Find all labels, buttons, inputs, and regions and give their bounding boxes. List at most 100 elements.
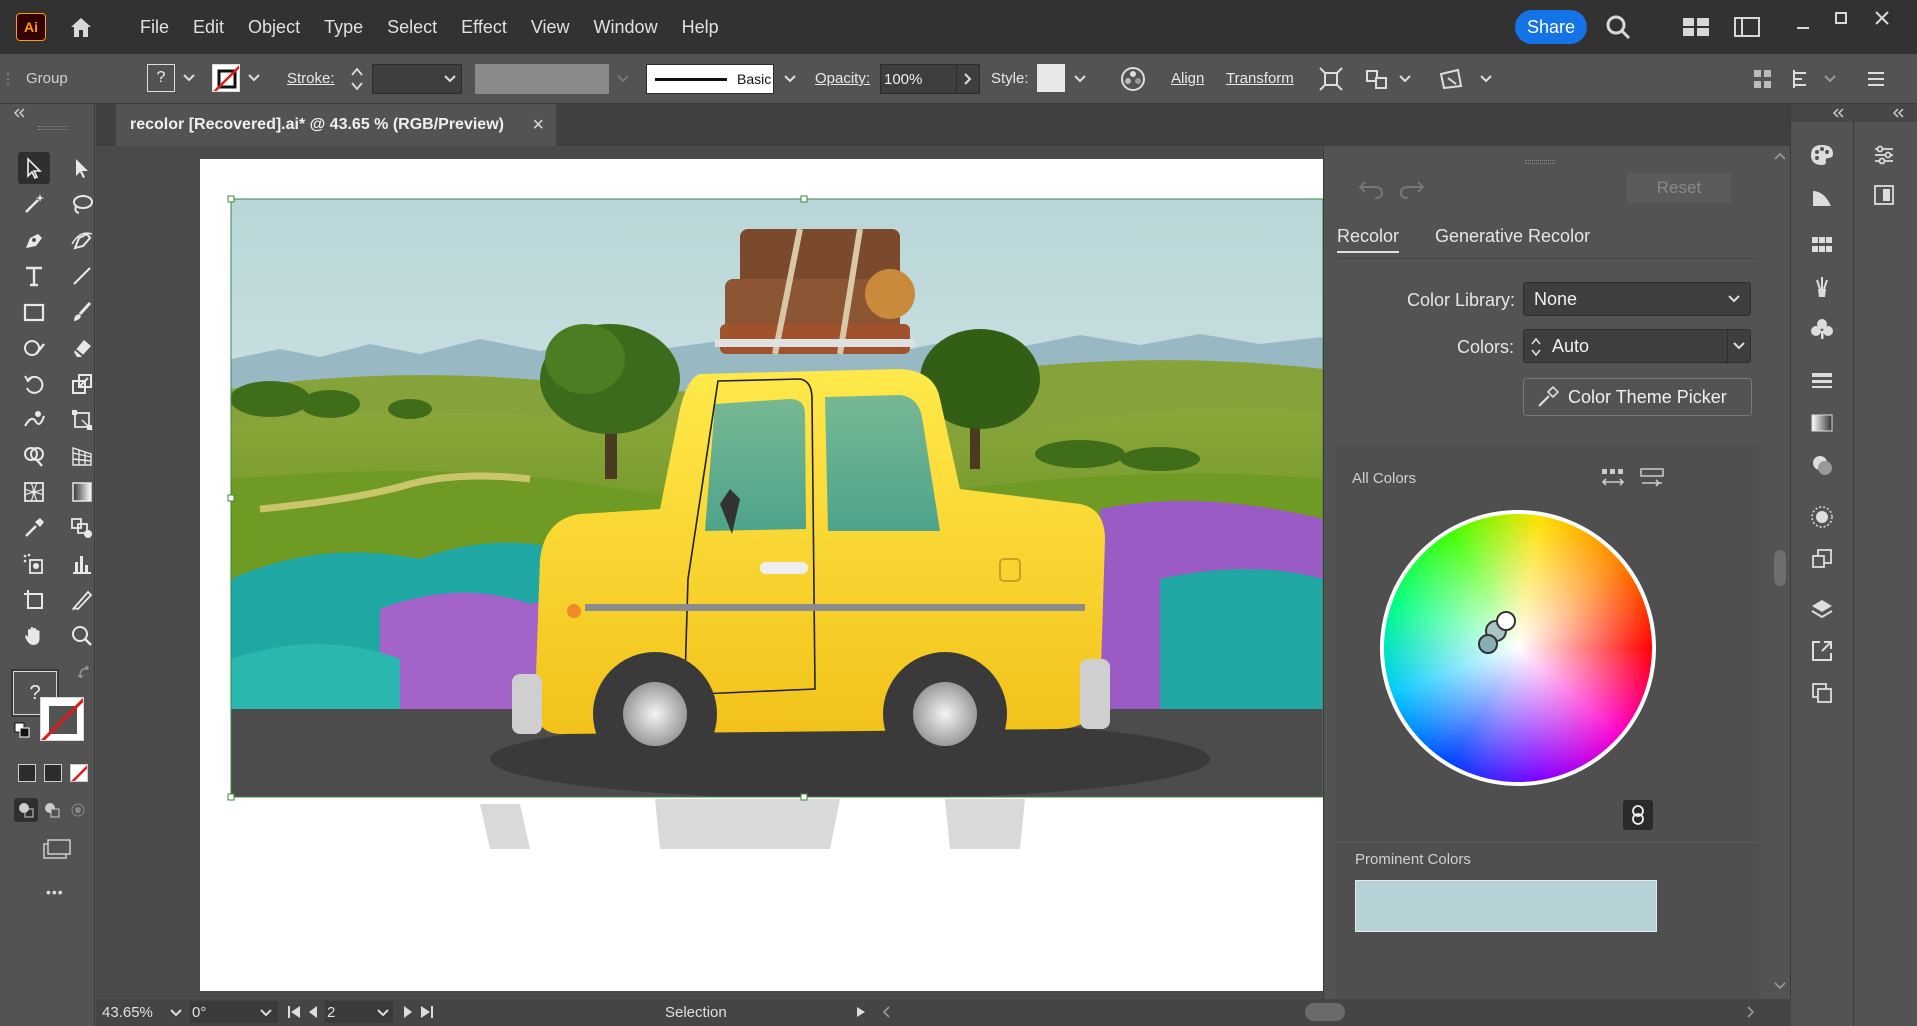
swap-fill-stroke-icon[interactable] xyxy=(78,666,92,680)
gradient-tool[interactable] xyxy=(66,476,98,508)
color-mode-button[interactable] xyxy=(18,764,36,782)
share-button[interactable]: Share xyxy=(1515,10,1587,44)
fill-swatch[interactable]: ? xyxy=(147,64,175,92)
panel-toggle-icon[interactable] xyxy=(1734,16,1760,38)
curvature-tool[interactable] xyxy=(66,224,98,256)
variable-width-profile[interactable] xyxy=(475,64,609,94)
vertical-scrollbar[interactable] xyxy=(1770,146,1790,999)
recolor-panel-icon[interactable] xyxy=(1807,140,1837,170)
line-segment-tool[interactable] xyxy=(66,260,98,292)
opacity-input[interactable]: 100% xyxy=(880,64,962,94)
color-theme-picker-button[interactable]: Color Theme Picker xyxy=(1523,378,1752,416)
distribute-colors-icon[interactable] xyxy=(1600,466,1626,490)
screen-mode-icon[interactable] xyxy=(42,838,72,860)
envelope-distort-icon[interactable] xyxy=(1438,66,1464,92)
first-artboard-icon[interactable] xyxy=(287,1005,301,1019)
zoom-dropdown-icon[interactable] xyxy=(170,1009,182,1017)
vertical-scroll-thumb[interactable] xyxy=(1774,550,1786,586)
home-icon[interactable] xyxy=(68,15,94,39)
scroll-down-icon[interactable] xyxy=(1774,982,1786,990)
magic-wand-tool[interactable] xyxy=(18,188,50,220)
gradient-mode-button[interactable] xyxy=(44,764,62,782)
document-tab[interactable]: recolor [Recovered].ai* @ 43.65 % (RGB/P… xyxy=(116,104,556,146)
draw-normal-icon[interactable] xyxy=(14,798,38,822)
rotate-tool[interactable] xyxy=(18,368,50,400)
style-dropdown-icon[interactable] xyxy=(1074,75,1086,83)
rotation-dropdown-icon[interactable] xyxy=(260,1009,272,1017)
free-transform-tool[interactable] xyxy=(66,404,98,436)
swatches-icon[interactable] xyxy=(1807,230,1837,260)
menu-file[interactable]: File xyxy=(128,17,181,38)
close-tab-icon[interactable]: × xyxy=(532,114,544,137)
artboard[interactable] xyxy=(200,159,1323,991)
type-tool[interactable] xyxy=(18,260,50,292)
mesh-tool[interactable] xyxy=(18,476,50,508)
tab-recolor[interactable]: Recolor xyxy=(1337,226,1400,253)
opacity-expand-button[interactable] xyxy=(956,64,980,94)
arrange-dropdown-icon[interactable] xyxy=(1824,75,1836,83)
selection-tool[interactable] xyxy=(18,152,50,184)
eraser-tool[interactable] xyxy=(66,332,98,364)
properties-icon[interactable] xyxy=(1869,140,1899,170)
link-harmony-button[interactable] xyxy=(1623,800,1653,830)
arrange-icon[interactable] xyxy=(1790,67,1814,91)
envelope-dropdown-icon[interactable] xyxy=(1480,75,1492,83)
reset-button[interactable]: Reset xyxy=(1627,173,1731,203)
search-icon[interactable] xyxy=(1605,14,1631,40)
colors-dropdown[interactable]: Auto xyxy=(1523,329,1751,364)
stroke-swatch[interactable] xyxy=(212,64,240,92)
menu-effect[interactable]: Effect xyxy=(449,17,519,38)
collapse-tools-icon[interactable] xyxy=(12,108,26,118)
undo-icon[interactable] xyxy=(1357,178,1385,200)
fill-dropdown-icon[interactable] xyxy=(183,74,195,82)
transparency-icon[interactable] xyxy=(1807,450,1837,480)
zoom-tool[interactable] xyxy=(66,620,98,652)
symbols-icon[interactable] xyxy=(1807,314,1837,344)
symbol-sprayer-tool[interactable] xyxy=(18,548,50,580)
distribute-icon[interactable] xyxy=(1364,66,1390,92)
stroke-weight-stepper-icon[interactable] xyxy=(350,64,364,94)
close-window-icon[interactable] xyxy=(1874,10,1890,26)
artboard-number-field[interactable]: 2 xyxy=(325,1001,393,1023)
lasso-tool[interactable] xyxy=(66,188,98,220)
shaper-tool[interactable] xyxy=(18,332,50,364)
menu-window[interactable]: Window xyxy=(582,17,670,38)
direct-selection-tool[interactable] xyxy=(66,152,98,184)
control-bar-menu-icon[interactable] xyxy=(1866,70,1886,88)
default-fill-stroke-icon[interactable] xyxy=(14,722,30,738)
eyedropper-tool[interactable] xyxy=(18,512,50,544)
paintbrush-tool[interactable] xyxy=(66,296,98,328)
rotation-field[interactable]: 0° xyxy=(190,1001,278,1023)
scroll-left-icon[interactable] xyxy=(882,1006,890,1018)
zoom-field[interactable]: 43.65% xyxy=(100,1001,184,1023)
colors-stepper-icon[interactable] xyxy=(1530,335,1542,359)
more-tools-icon[interactable]: ••• xyxy=(46,884,64,900)
redo-icon[interactable] xyxy=(1398,178,1426,200)
blend-tool[interactable] xyxy=(66,512,98,544)
prominent-color-swatch[interactable] xyxy=(1355,880,1657,932)
artwork-taxi-scene[interactable] xyxy=(200,159,1323,991)
artboard-tool[interactable] xyxy=(18,584,50,616)
stroke-dropdown-icon[interactable] xyxy=(248,74,260,82)
collapse-dock-icon[interactable] xyxy=(1831,108,1845,118)
hand-tool[interactable] xyxy=(18,620,50,652)
brushes-icon[interactable] xyxy=(1807,272,1837,302)
scroll-up-icon[interactable] xyxy=(1774,152,1786,160)
menu-select[interactable]: Select xyxy=(375,17,449,38)
recolor-artwork-icon[interactable] xyxy=(1120,66,1146,92)
appearance-icon[interactable] xyxy=(1807,502,1837,532)
slice-tool[interactable] xyxy=(66,584,98,616)
scroll-right-icon[interactable] xyxy=(1747,1006,1755,1018)
gradient-panel-icon[interactable] xyxy=(1807,408,1837,438)
color-options-icon[interactable] xyxy=(1639,466,1665,490)
tab-generative-recolor[interactable]: Generative Recolor xyxy=(1435,226,1590,247)
stroke-weight-dropdown-icon[interactable] xyxy=(444,75,456,83)
stroke-panel-icon[interactable] xyxy=(1807,366,1837,396)
horizontal-scroll-thumb[interactable] xyxy=(1305,1003,1345,1021)
align-to-selection-icon[interactable] xyxy=(1752,67,1774,91)
shape-builder-tool[interactable] xyxy=(18,440,50,472)
align-label[interactable]: Align xyxy=(1171,70,1204,87)
pen-tool[interactable] xyxy=(18,224,50,256)
minimize-window-icon[interactable] xyxy=(1795,18,1811,34)
menu-object[interactable]: Object xyxy=(236,17,312,38)
